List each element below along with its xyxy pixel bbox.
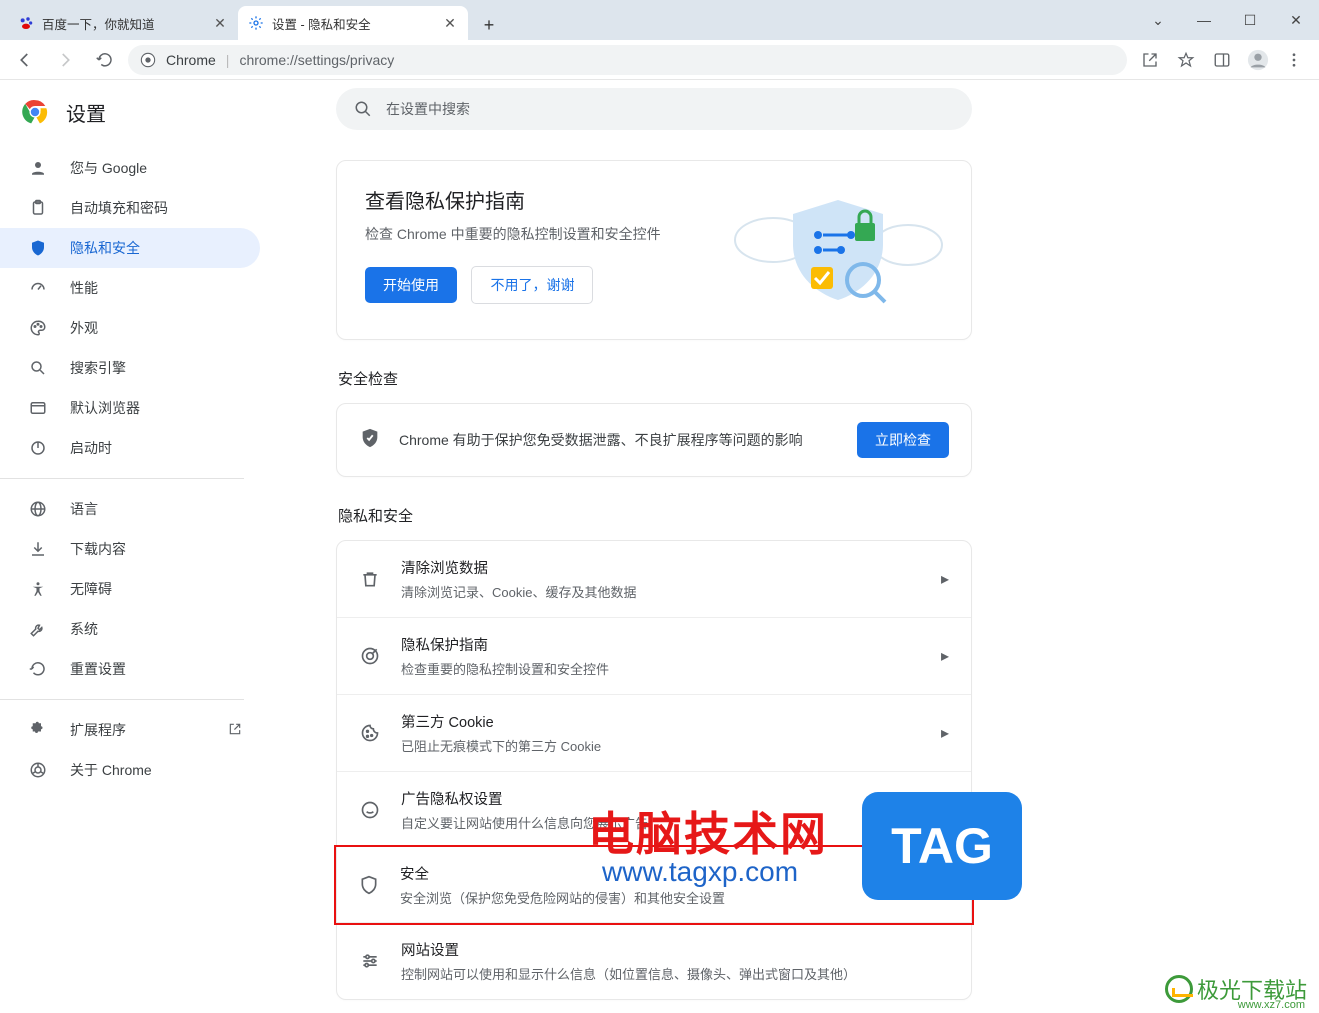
sidebar-item-privacy-security[interactable]: 隐私和安全 xyxy=(0,228,260,268)
restore-icon xyxy=(28,659,48,679)
person-icon xyxy=(28,158,48,178)
guide-title: 查看隐私保护指南 xyxy=(365,185,723,214)
sidebar-item-performance[interactable]: 性能 xyxy=(0,268,260,308)
security-shield-icon xyxy=(358,874,380,896)
ads-icon xyxy=(359,799,381,821)
tab-strip: 百度一下，你就知道 ✕ 设置 - 隐私和安全 ✕ + xyxy=(0,0,1319,40)
sidebar-item-on-startup[interactable]: 启动时 xyxy=(0,428,260,468)
trash-icon xyxy=(359,568,381,590)
extension-icon xyxy=(28,720,48,740)
close-tab-icon[interactable]: ✕ xyxy=(442,15,458,31)
search-placeholder: 在设置中搜索 xyxy=(386,99,470,119)
tune-icon xyxy=(359,950,381,972)
omnibox-url: chrome://settings/privacy xyxy=(239,52,394,68)
target-icon xyxy=(359,645,381,667)
window-minimize-icon[interactable]: ― xyxy=(1181,0,1227,40)
chrome-icon xyxy=(140,52,156,68)
chevron-right-icon: ▸ xyxy=(941,800,949,820)
sidebar-item-autofill[interactable]: 自动填充和密码 xyxy=(0,188,260,228)
chevron-right-icon: ▸ xyxy=(941,723,949,743)
omnibox-chip: Chrome xyxy=(166,52,216,68)
side-panel-icon[interactable] xyxy=(1205,43,1239,77)
window-controls: ⌄ ― ☐ ✕ xyxy=(1135,0,1319,40)
settings-main: 查看隐私保护指南 检查 Chrome 中重要的隐私控制设置和安全控件 开始使用 … xyxy=(336,160,972,1000)
search-icon xyxy=(354,100,372,118)
chrome-logo-icon xyxy=(22,99,48,125)
row-security[interactable]: 安全安全浏览（保护您免受危险网站的侵害）和其他安全设置 xyxy=(334,845,974,925)
sidebar-divider xyxy=(0,699,244,700)
sidebar-item-reset[interactable]: 重置设置 xyxy=(0,649,260,689)
browser-toolbar: Chrome | chrome://settings/privacy xyxy=(0,40,1319,80)
sidebar-item-search-engine[interactable]: 搜索引擎 xyxy=(0,348,260,388)
forward-button[interactable] xyxy=(48,43,82,77)
gear-favicon-icon xyxy=(248,15,264,31)
settings-sidebar: 您与 Google 自动填充和密码 隐私和安全 性能 外观 搜索引擎 默认浏览器… xyxy=(0,144,260,1013)
dismiss-guide-button[interactable]: 不用了，谢谢 xyxy=(471,266,593,304)
shield-icon xyxy=(28,238,48,258)
row-ad-privacy[interactable]: 广告隐私权设置自定义要让网站使用什么信息向您展示广告 ▸ xyxy=(337,771,971,848)
swirl-icon xyxy=(1165,975,1193,1003)
wrench-icon xyxy=(28,619,48,639)
baidu-favicon-icon xyxy=(18,15,34,31)
row-clear-browsing-data[interactable]: 清除浏览数据清除浏览记录、Cookie、缓存及其他数据 ▸ xyxy=(337,541,971,617)
window-close-icon[interactable]: ✕ xyxy=(1273,0,1319,40)
run-safety-check-button[interactable]: 立即检查 xyxy=(857,422,949,458)
settings-title: 设置 xyxy=(66,98,106,127)
sidebar-item-about-chrome[interactable]: 关于 Chrome xyxy=(0,750,260,790)
reload-button[interactable] xyxy=(88,43,122,77)
window-dropdown-icon[interactable]: ⌄ xyxy=(1135,0,1181,40)
browser-tab-baidu[interactable]: 百度一下，你就知道 ✕ xyxy=(8,6,238,40)
share-icon[interactable] xyxy=(1133,43,1167,77)
safety-check-text: Chrome 有助于保护您免受数据泄露、不良扩展程序等问题的影响 xyxy=(399,430,839,450)
omnibox[interactable]: Chrome | chrome://settings/privacy xyxy=(128,45,1127,75)
open-external-icon xyxy=(228,722,242,739)
new-tab-button[interactable]: + xyxy=(474,10,504,40)
privacy-illustration-icon xyxy=(723,185,943,315)
sidebar-item-extensions[interactable]: 扩展程序 xyxy=(0,710,260,750)
watermark-green-url: www.xz7.com xyxy=(1238,999,1305,1011)
globe-icon xyxy=(28,499,48,519)
row-third-party-cookies[interactable]: 第三方 Cookie已阻止无痕模式下的第三方 Cookie ▸ xyxy=(337,694,971,771)
sidebar-item-you-and-google[interactable]: 您与 Google xyxy=(0,148,260,188)
sidebar-divider xyxy=(0,478,244,479)
privacy-list-card: 清除浏览数据清除浏览记录、Cookie、缓存及其他数据 ▸ 隐私保护指南检查重要… xyxy=(336,540,972,1000)
tab-title: 百度一下，你就知道 xyxy=(42,14,204,33)
bookmark-star-icon[interactable] xyxy=(1169,43,1203,77)
privacy-guide-card: 查看隐私保护指南 检查 Chrome 中重要的隐私控制设置和安全控件 开始使用 … xyxy=(336,160,972,340)
sidebar-item-accessibility[interactable]: 无障碍 xyxy=(0,569,260,609)
browser-icon xyxy=(28,398,48,418)
power-icon xyxy=(28,438,48,458)
back-button[interactable] xyxy=(8,43,42,77)
shield-check-icon xyxy=(359,427,381,454)
tab-title: 设置 - 隐私和安全 xyxy=(272,14,434,33)
row-privacy-guide[interactable]: 隐私保护指南检查重要的隐私控制设置和安全控件 ▸ xyxy=(337,617,971,694)
start-guide-button[interactable]: 开始使用 xyxy=(365,267,457,303)
sidebar-item-default-browser[interactable]: 默认浏览器 xyxy=(0,388,260,428)
sidebar-item-appearance[interactable]: 外观 xyxy=(0,308,260,348)
chevron-right-icon: ▸ xyxy=(941,646,949,666)
search-icon xyxy=(28,358,48,378)
chrome-icon xyxy=(28,760,48,780)
cookie-icon xyxy=(359,722,381,744)
browser-tab-settings[interactable]: 设置 - 隐私和安全 ✕ xyxy=(238,6,468,40)
sidebar-item-downloads[interactable]: 下载内容 xyxy=(0,529,260,569)
accessibility-icon xyxy=(28,579,48,599)
settings-search[interactable]: 在设置中搜索 xyxy=(336,88,972,130)
safety-check-card: Chrome 有助于保护您免受数据泄露、不良扩展程序等问题的影响 立即检查 xyxy=(336,403,972,477)
row-site-settings[interactable]: 网站设置控制网站可以使用和显示什么信息（如位置信息、摄像头、弹出式窗口及其他） xyxy=(337,922,971,999)
close-tab-icon[interactable]: ✕ xyxy=(212,15,228,31)
clipboard-icon xyxy=(28,198,48,218)
privacy-section-title: 隐私和安全 xyxy=(338,505,972,526)
sidebar-item-languages[interactable]: 语言 xyxy=(0,489,260,529)
speed-icon xyxy=(28,278,48,298)
guide-subtitle: 检查 Chrome 中重要的隐私控制设置和安全控件 xyxy=(365,224,723,244)
download-icon xyxy=(28,539,48,559)
window-maximize-icon[interactable]: ☐ xyxy=(1227,0,1273,40)
chevron-right-icon: ▸ xyxy=(941,569,949,589)
sidebar-item-system[interactable]: 系统 xyxy=(0,609,260,649)
palette-icon xyxy=(28,318,48,338)
safety-check-section-title: 安全检查 xyxy=(338,368,972,389)
profile-avatar-icon[interactable] xyxy=(1241,43,1275,77)
kebab-menu-icon[interactable] xyxy=(1277,43,1311,77)
